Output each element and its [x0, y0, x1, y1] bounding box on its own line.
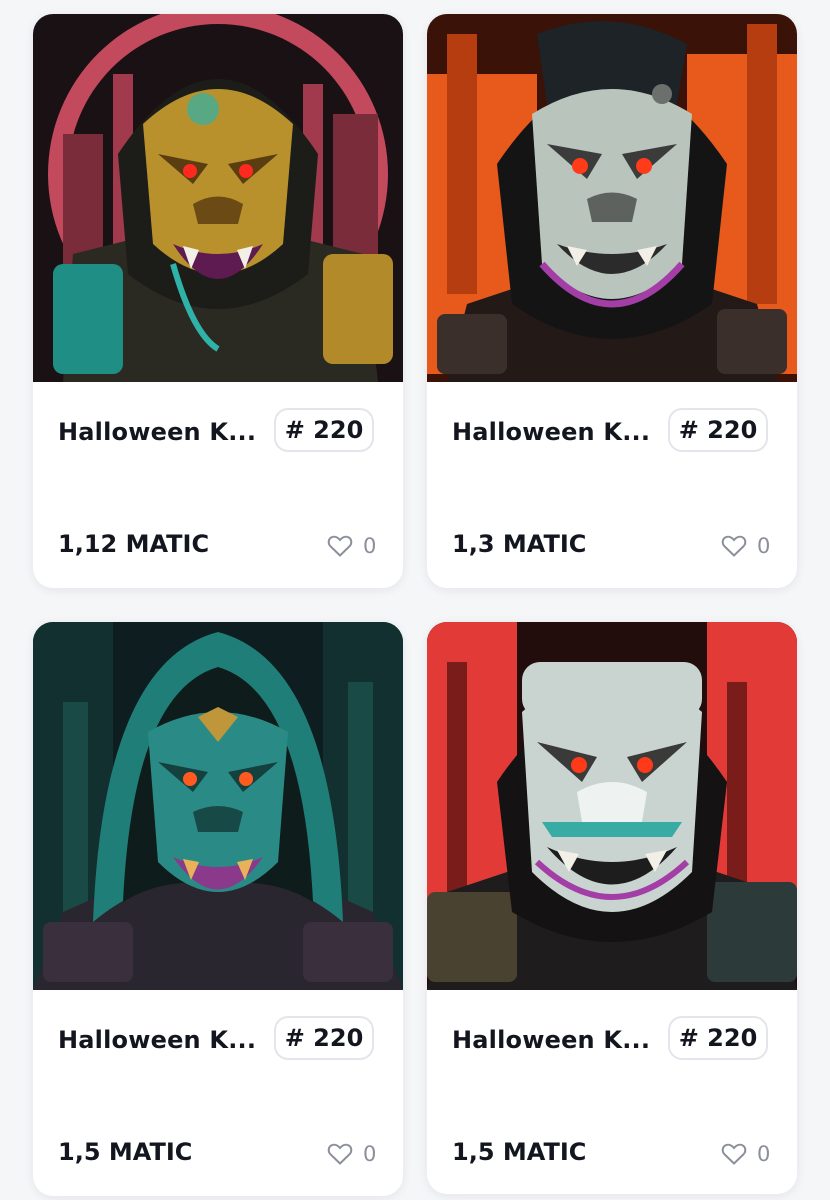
nft-title[interactable]: Halloween K...: [452, 418, 662, 446]
heart-outline-icon: [327, 535, 353, 557]
token-id-badge: # 220: [274, 408, 374, 452]
nft-card[interactable]: Halloween K... # 220 1,3 MATIC 0: [427, 14, 797, 588]
like-count: 0: [757, 534, 771, 558]
nft-price: 1,5 MATIC: [452, 1138, 587, 1166]
nft-title[interactable]: Halloween K...: [58, 1026, 268, 1054]
token-id-badge: # 220: [668, 408, 768, 452]
nft-title[interactable]: Halloween K...: [58, 418, 268, 446]
nft-artwork[interactable]: [33, 14, 403, 382]
like-button[interactable]: 0: [327, 534, 376, 558]
like-button[interactable]: 0: [721, 534, 770, 558]
gorilla-artwork: [33, 622, 403, 990]
nft-artwork[interactable]: [33, 622, 403, 990]
nft-grid: Halloween K... # 220 1,12 MATIC 0 Hallow…: [0, 0, 830, 1200]
nft-artwork[interactable]: [427, 14, 797, 382]
heart-outline-icon: [721, 535, 747, 557]
nft-artwork[interactable]: [427, 622, 797, 990]
like-count: 0: [757, 1142, 771, 1166]
like-count: 0: [363, 534, 377, 558]
nft-price: 1,12 MATIC: [58, 530, 210, 558]
gorilla-artwork: [427, 622, 797, 990]
token-id-badge: # 220: [668, 1016, 768, 1060]
nft-title[interactable]: Halloween K...: [452, 1026, 662, 1054]
like-count: 0: [363, 1142, 377, 1166]
like-button[interactable]: 0: [721, 1142, 770, 1166]
nft-card[interactable]: Halloween K... # 220 1,5 MATIC 0: [33, 622, 403, 1196]
nft-card[interactable]: Halloween K... # 220 1,5 MATIC 0: [427, 622, 797, 1194]
nft-card[interactable]: Halloween K... # 220 1,12 MATIC 0: [33, 14, 403, 588]
gorilla-artwork: [427, 14, 797, 382]
heart-outline-icon: [327, 1143, 353, 1165]
token-id-badge: # 220: [274, 1016, 374, 1060]
nft-price: 1,5 MATIC: [58, 1138, 193, 1166]
gorilla-artwork: [33, 14, 403, 382]
like-button[interactable]: 0: [327, 1142, 376, 1166]
nft-price: 1,3 MATIC: [452, 530, 587, 558]
heart-outline-icon: [721, 1143, 747, 1165]
